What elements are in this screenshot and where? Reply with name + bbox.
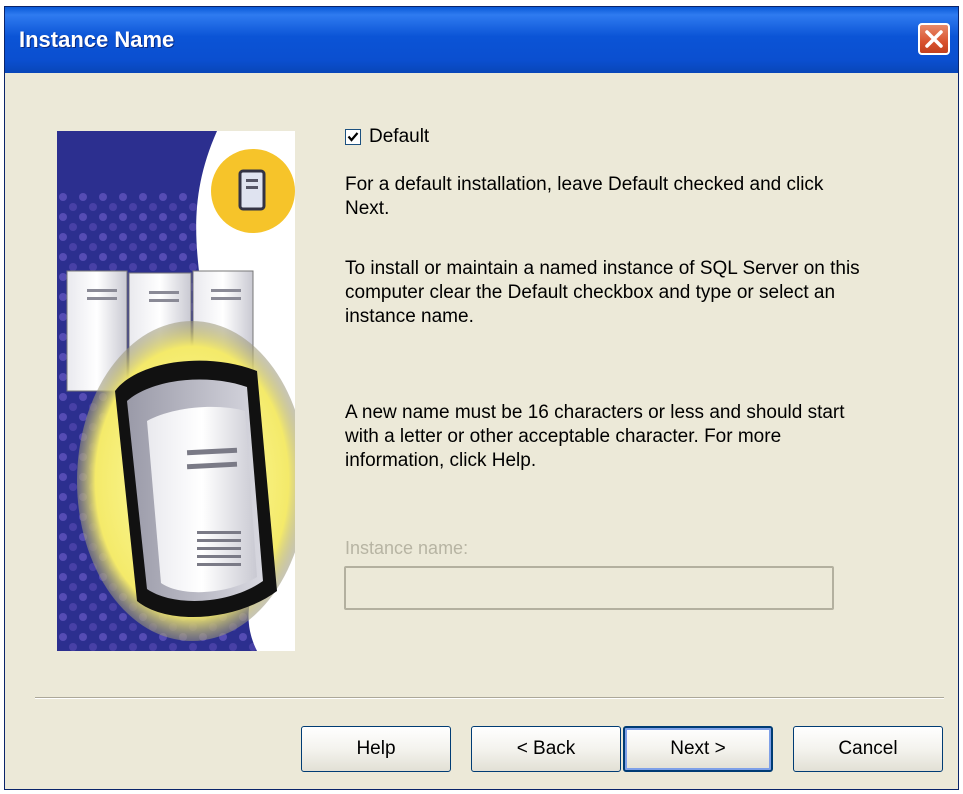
default-checkbox-label[interactable]: Default <box>369 126 429 148</box>
close-icon <box>925 30 943 48</box>
default-install-text: For a default installation, leave Defaul… <box>345 174 824 219</box>
close-button[interactable] <box>918 23 950 55</box>
title-bar[interactable]: Instance Name <box>5 7 958 73</box>
dialog-content: Default For a default installation, leav… <box>5 73 958 789</box>
cancel-button[interactable]: Cancel <box>793 726 943 772</box>
instance-name-input[interactable] <box>344 566 834 610</box>
help-button[interactable]: Help <box>301 726 451 772</box>
window-title: Instance Name <box>19 27 175 52</box>
named-instance-text: To install or maintain a named instance … <box>345 258 860 327</box>
back-button[interactable]: < Back <box>471 726 621 772</box>
instance-name-label: Instance name: <box>345 538 469 558</box>
name-rules-text: A new name must be 16 characters or less… <box>345 402 845 471</box>
next-button[interactable]: Next > <box>623 726 773 772</box>
dialog-window: Instance Name Default For a default inst… <box>4 6 959 790</box>
default-checkbox[interactable] <box>345 129 361 145</box>
button-separator <box>35 697 944 699</box>
checkmark-icon <box>347 132 359 142</box>
